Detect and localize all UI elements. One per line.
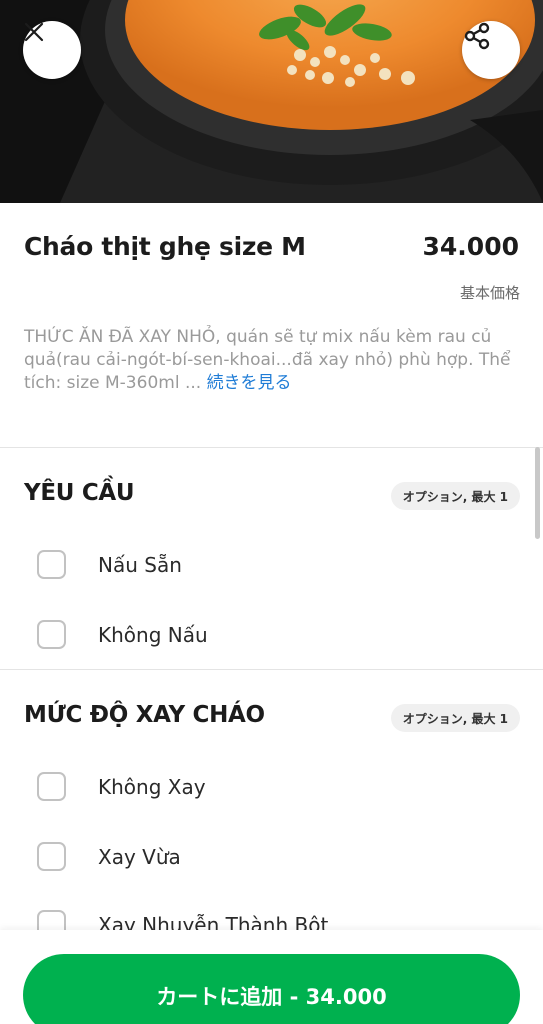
section-title-request: YÊU CẦU [24,480,135,506]
option-badge: オプション, 最大 1 [390,704,520,732]
checkbox[interactable] [37,842,66,871]
product-description: THỨC ĂN ĐÃ XAY NHỎ, quán sẽ tự mix nấu k… [24,326,520,395]
section-title-grind-level: MỨC ĐỘ XAY CHÁO [24,702,265,728]
option-item[interactable]: Không Xay [37,772,206,801]
option-label: Xay Vừa [98,844,181,869]
product-image [0,0,543,203]
option-item[interactable]: Nấu Sẵn [37,550,182,579]
share-icon [464,22,490,50]
divider [0,669,543,670]
close-icon [24,22,44,42]
share-button[interactable] [462,21,520,79]
checkbox[interactable] [37,620,66,649]
product-price: 34.000 [422,232,519,261]
product-name: Cháo thịt ghẹ size M [24,232,306,261]
product-header: Cháo thịt ghẹ size M 34.000 [24,232,519,261]
base-price-label: 基本価格 [459,284,520,302]
close-button[interactable] [23,21,81,79]
scrollbar[interactable] [535,447,540,539]
checkbox[interactable] [37,550,66,579]
option-label: Nấu Sẵn [98,552,182,577]
divider [0,447,543,448]
option-label: Không Xay [98,774,206,799]
add-to-cart-button[interactable]: カートに追加 - 34.000 [23,954,520,1024]
see-more-link[interactable]: 続きを見る [207,373,292,393]
option-item[interactable]: Xay Vừa [37,842,181,871]
option-item[interactable]: Không Nấu [37,620,208,649]
checkbox[interactable] [37,772,66,801]
option-label: Không Nấu [98,622,208,647]
option-badge: オプション, 最大 1 [390,482,520,510]
